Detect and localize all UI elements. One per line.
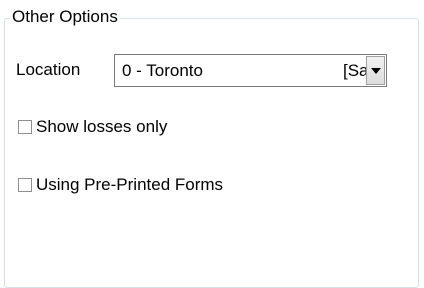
preprinted-forms-label[interactable]: Using Pre-Printed Forms <box>36 175 223 195</box>
location-dropdown[interactable]: 0 - Toronto [Sa <box>114 54 387 87</box>
location-selected-suffix: [Sa <box>343 61 369 80</box>
location-selected-value: 0 - Toronto <box>122 61 203 80</box>
preprinted-forms-checkbox[interactable] <box>18 178 32 192</box>
show-losses-checkbox[interactable] <box>18 120 32 134</box>
location-label: Location <box>16 60 81 79</box>
dropdown-arrow-button[interactable] <box>366 56 385 85</box>
preprinted-forms-option[interactable]: Using Pre-Printed Forms <box>18 175 223 195</box>
group-title: Other Options <box>10 7 120 27</box>
chevron-down-icon <box>370 67 381 74</box>
show-losses-option[interactable]: Show losses only <box>18 117 167 137</box>
show-losses-label[interactable]: Show losses only <box>36 117 167 137</box>
